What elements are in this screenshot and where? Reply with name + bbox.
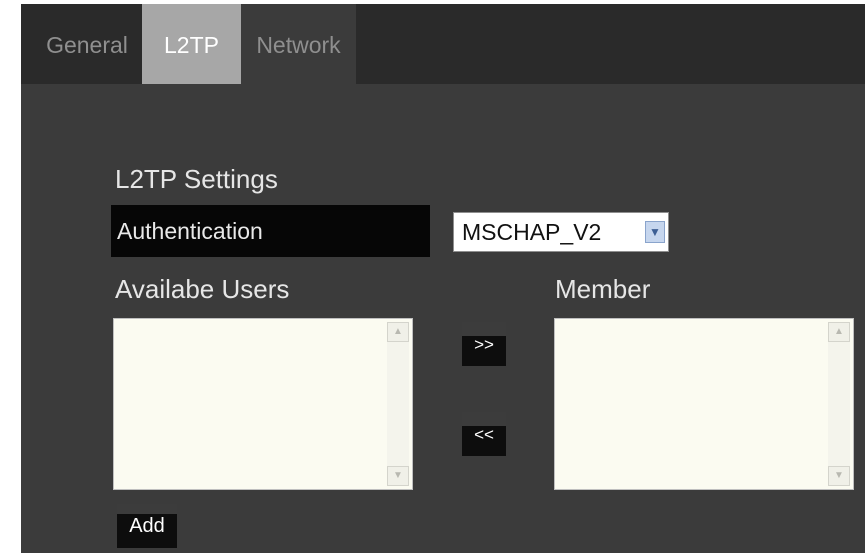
add-button[interactable]: Add <box>117 504 177 548</box>
authentication-selected-value: MSCHAP_V2 <box>462 219 602 245</box>
tab-l2tp[interactable]: L2TP <box>142 4 241 84</box>
member-scrollbar[interactable]: ▲ ▼ <box>828 322 850 486</box>
add-button-label: Add <box>129 515 165 537</box>
available-users-listbox[interactable]: ▲ ▼ <box>113 318 413 490</box>
remove-from-member-label: << <box>474 425 494 444</box>
l2tp-settings-panel: General L2TP Network L2TP Settings Authe… <box>21 4 865 553</box>
available-users-scrollbar[interactable]: ▲ ▼ <box>387 322 409 486</box>
add-to-member-label: >> <box>474 335 494 354</box>
add-to-member-button[interactable]: >> <box>462 322 506 366</box>
available-users-label: Availabe Users <box>115 274 290 304</box>
scroll-up-arrow-icon[interactable]: ▲ <box>828 322 850 342</box>
authentication-label: Authentication <box>111 205 430 257</box>
remove-from-member-button[interactable]: << <box>462 412 506 456</box>
scroll-down-arrow-icon[interactable]: ▼ <box>387 466 409 486</box>
tab-general[interactable]: General <box>31 4 143 84</box>
tab-network[interactable]: Network <box>241 4 356 84</box>
authentication-select[interactable]: MSCHAP_V2 ▼ <box>453 212 669 252</box>
tab-bar: General L2TP Network <box>21 4 865 84</box>
section-title: L2TP Settings <box>115 164 278 194</box>
scroll-up-arrow-icon[interactable]: ▲ <box>387 322 409 342</box>
scroll-down-arrow-icon[interactable]: ▼ <box>828 466 850 486</box>
member-listbox[interactable]: ▲ ▼ <box>554 318 854 490</box>
chevron-down-icon[interactable]: ▼ <box>645 221 665 243</box>
member-label: Member <box>555 274 651 304</box>
